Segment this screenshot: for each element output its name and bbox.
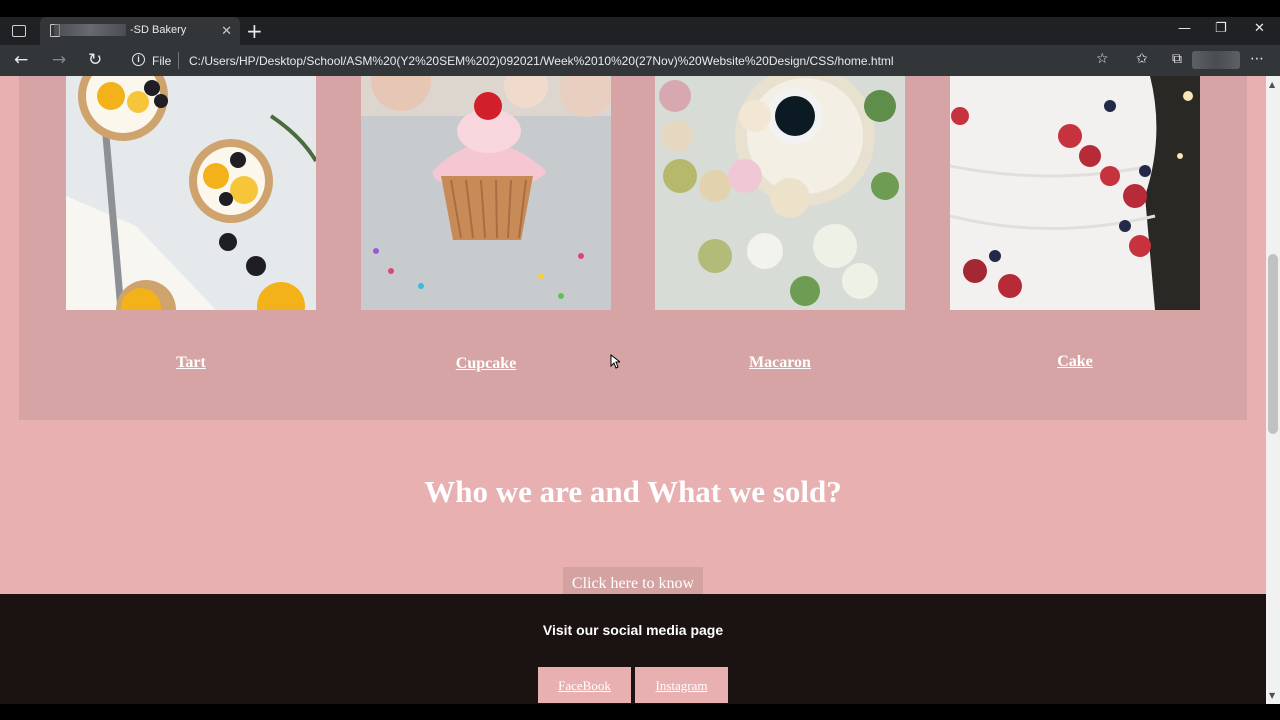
- scroll-thumb[interactable]: [1268, 254, 1278, 434]
- products-panel: Tart Cupcake Macaron Cake: [19, 76, 1247, 420]
- forward-icon[interactable]: →: [52, 50, 66, 70]
- scroll-down-icon[interactable]: ▼: [1269, 691, 1275, 700]
- social-heading: Visit our social media page: [542, 622, 724, 638]
- new-tab-button[interactable]: +: [246, 19, 263, 43]
- browser-tab[interactable]: -SD Bakery ✕: [40, 17, 240, 45]
- profile-avatar-redacted[interactable]: [1192, 51, 1240, 69]
- favorites-icon[interactable]: ✩: [1136, 51, 1148, 67]
- about-heading: Who we are and What we sold?: [424, 474, 842, 509]
- address-bar[interactable]: i File C:/Users/HP/Desktop/School/ASM%20…: [122, 48, 1122, 73]
- maximize-button[interactable]: ❐: [1215, 21, 1227, 36]
- address-divider: [178, 52, 179, 69]
- more-menu-icon[interactable]: ⋯: [1250, 51, 1264, 67]
- info-icon[interactable]: i: [132, 53, 145, 66]
- mouse-cursor-icon: [610, 354, 620, 369]
- add-favorite-icon[interactable]: ☆: [1096, 51, 1109, 67]
- tab-actions-icon[interactable]: [12, 25, 26, 37]
- close-window-button[interactable]: ✕: [1254, 21, 1265, 36]
- product-link-macaron[interactable]: Macaron: [655, 354, 905, 372]
- tab-title: -SD Bakery: [130, 24, 187, 36]
- cupcake-image[interactable]: [361, 76, 611, 310]
- tab-title-redacted: [54, 24, 126, 36]
- browser-titlebar: -SD Bakery ✕ + — ❐ ✕: [0, 17, 1280, 45]
- back-icon[interactable]: ←: [14, 50, 28, 70]
- macaron-image[interactable]: [655, 76, 905, 310]
- minimize-button[interactable]: —: [1178, 21, 1191, 36]
- footer: Visit our social media page FaceBook Ins…: [0, 594, 1266, 704]
- collections-icon[interactable]: ⧉: [1172, 51, 1182, 67]
- file-label: File: [152, 54, 172, 68]
- web-page: Tart Cupcake Macaron Cake Who we are and…: [0, 76, 1266, 704]
- product-link-cupcake[interactable]: Cupcake: [361, 355, 611, 373]
- url-text[interactable]: C:/Users/HP/Desktop/School/ASM%20(Y2%20S…: [189, 54, 894, 68]
- scroll-up-icon[interactable]: ▲: [1269, 80, 1275, 89]
- product-link-cake[interactable]: Cake: [950, 353, 1200, 371]
- browser-toolbar: ← → ↻ i File C:/Users/HP/Desktop/School/…: [0, 45, 1280, 76]
- cake-image[interactable]: [950, 76, 1200, 310]
- instagram-link[interactable]: Instagram: [635, 667, 728, 703]
- tart-image[interactable]: [66, 76, 316, 310]
- close-tab-icon[interactable]: ✕: [221, 23, 232, 39]
- product-link-tart[interactable]: Tart: [66, 354, 316, 372]
- facebook-link[interactable]: FaceBook: [538, 667, 631, 703]
- refresh-icon[interactable]: ↻: [88, 50, 102, 70]
